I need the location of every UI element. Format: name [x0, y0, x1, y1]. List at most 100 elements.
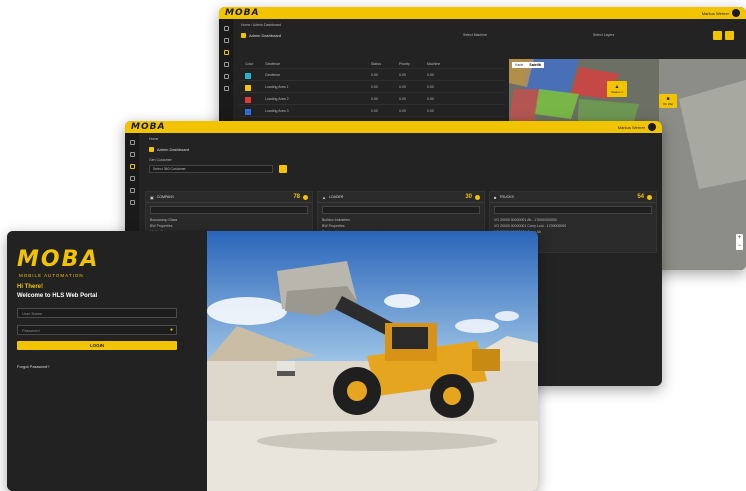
map-icon[interactable]	[129, 200, 135, 205]
col-geofence: Geofence	[265, 61, 281, 66]
dashboard-icon[interactable]	[223, 38, 229, 43]
row-machine: 0.00	[427, 108, 434, 113]
greeting: Hi There!	[17, 284, 44, 290]
panel-title: TRUCKS	[499, 195, 514, 199]
row-name: Loading Area 2	[265, 96, 289, 101]
wheel-loader-photo	[207, 231, 538, 491]
user-icon	[648, 123, 656, 131]
map-marker-station[interactable]: ▲ Station 1	[607, 81, 627, 97]
search-input[interactable]	[322, 206, 480, 214]
row-machine: 0.00	[427, 96, 434, 101]
row-status: 0.00	[371, 72, 378, 77]
username-field[interactable]: User Name	[17, 308, 177, 318]
home-icon[interactable]	[223, 26, 229, 31]
add-icon[interactable]	[475, 194, 480, 200]
row-status: 0.00	[371, 108, 378, 113]
moba-logo: MOBA	[17, 247, 100, 272]
row-machine: 0.00	[427, 72, 434, 77]
user-menu[interactable]: Markus Wehrer	[702, 9, 740, 17]
user-name: Markus Wehrer	[701, 10, 729, 16]
dashboard-icon	[149, 147, 154, 152]
welcome-heading: Welcome to HLS Web Portal	[17, 293, 98, 299]
table-row[interactable]: Loading Area 1 0.00 0.00 0.00	[239, 81, 505, 93]
row-name: Loading Area 3	[265, 108, 289, 113]
moba-logo: MOBA	[225, 8, 260, 18]
geofence-table: Color Geofence Status Priority Machine G…	[239, 59, 505, 129]
layer-select[interactable]: Select Layers	[593, 33, 614, 37]
truck-icon: ■	[494, 194, 497, 200]
password-field[interactable]: Password ●	[17, 325, 177, 335]
row-status: 0.00	[371, 84, 378, 89]
customer-select[interactable]: Select 360 Customer	[149, 165, 273, 173]
machine-icon[interactable]	[129, 164, 135, 169]
user-menu[interactable]: Markus Wehrer	[618, 123, 656, 131]
breadcrumb: Home / Admin Dashboard	[241, 23, 282, 27]
page-header: Admin Dashboard	[149, 147, 189, 152]
page-title: Admin Dashboard	[249, 33, 282, 38]
search-input[interactable]	[494, 206, 652, 214]
list-icon[interactable]	[129, 176, 135, 181]
tab-map[interactable]: Karte	[512, 62, 526, 68]
user-icon	[732, 9, 740, 17]
login-button[interactable]: LOGIN	[17, 341, 177, 350]
search-input[interactable]	[150, 206, 308, 214]
login-window: MOBA MOBILE AUTOMATION Hi There! Welcome…	[7, 231, 538, 491]
row-priority: 0.00	[399, 72, 406, 77]
company-icon: ▣	[150, 194, 154, 200]
table-row[interactable]: Loading Area 3 0.00 0.00 0.00	[239, 105, 505, 117]
panel-count: 30	[465, 194, 472, 200]
customer-select-label: Gen Customer	[149, 158, 172, 162]
password-placeholder: Password	[22, 328, 40, 333]
col-machine: Machine	[427, 61, 441, 66]
settings-icon[interactable]	[223, 74, 229, 79]
row-name: Geofence	[265, 72, 281, 77]
logo-tagline: MOBILE AUTOMATION	[19, 273, 84, 278]
panel-title: LOADER	[328, 195, 344, 199]
add-icon[interactable]	[647, 194, 652, 200]
row-priority: 0.00	[399, 96, 406, 101]
forgot-password-link[interactable]: Forgot Password?	[17, 364, 49, 369]
top-bar: MOBA Markus Wehrer	[125, 121, 662, 133]
loader-icon: ▲	[322, 194, 326, 200]
machine-select[interactable]: Select Machine	[463, 33, 487, 37]
panel-count: 54	[637, 194, 644, 200]
add-icon[interactable]	[303, 194, 308, 200]
table-header: Color Geofence Status Priority Machine	[239, 59, 505, 69]
row-status: 0.00	[371, 96, 378, 101]
row-priority: 0.00	[399, 84, 406, 89]
eye-icon[interactable]: ●	[170, 326, 173, 335]
home-icon[interactable]	[129, 140, 135, 145]
table-row[interactable]: Loading Area 2 0.00 0.00 0.00	[239, 93, 505, 105]
login-panel: MOBA MOBILE AUTOMATION Hi There! Welcome…	[7, 231, 207, 491]
machine-icon[interactable]	[223, 50, 229, 55]
panel-count: 78	[293, 194, 300, 200]
dashboard-icon	[241, 33, 246, 38]
tab-satellite[interactable]: Satellit	[526, 62, 543, 68]
breadcrumb: Home	[149, 137, 159, 141]
zoom-controls[interactable]: + −	[736, 234, 743, 250]
page-header: Admin Dashboard	[241, 33, 281, 38]
top-bar: MOBA Markus Wehrer	[219, 7, 746, 19]
map-icon[interactable]	[223, 86, 229, 91]
add-button[interactable]	[713, 31, 722, 40]
page-title: Admin Dashboard	[157, 147, 190, 152]
quarry-image	[207, 231, 538, 491]
row-priority: 0.00	[399, 108, 406, 113]
row-machine: 0.00	[427, 84, 434, 89]
settings-icon[interactable]	[129, 188, 135, 193]
moba-logo: MOBA	[131, 122, 166, 132]
col-priority: Priority	[399, 61, 410, 66]
table-row[interactable]: Geofence 0.00 0.00 0.00	[239, 69, 505, 81]
user-name: Markus Wehrer	[617, 124, 645, 130]
dashboard-icon[interactable]	[129, 152, 135, 157]
map-type-tabs: Karte Satellit	[512, 62, 544, 68]
list-icon[interactable]	[223, 62, 229, 67]
row-name: Loading Area 1	[265, 84, 289, 89]
col-status: Status	[371, 61, 381, 66]
panel-title: COMPANY	[156, 195, 175, 199]
marker-label: Ob Wei	[663, 101, 673, 106]
map-marker-truck[interactable]: ■ Ob Wei	[659, 94, 677, 108]
add-customer-button[interactable]	[279, 165, 287, 173]
marker-label: Station 1	[611, 89, 623, 94]
edit-button[interactable]	[725, 31, 734, 40]
